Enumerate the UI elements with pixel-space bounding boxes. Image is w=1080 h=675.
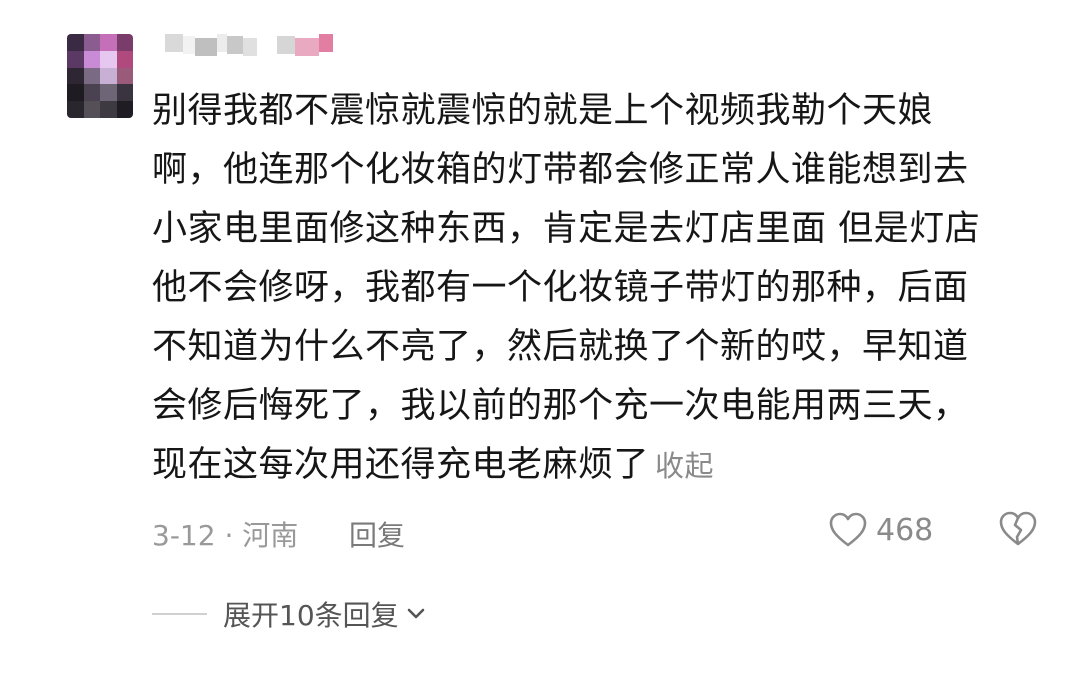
avatar-pixel — [83, 50, 100, 68]
username-pixel — [227, 36, 243, 54]
avatar-pixel — [67, 84, 84, 102]
like-count: 468 — [876, 512, 934, 548]
comment-text-line: 小家电里面修这种东西，肯定是去灯店里面 但是灯店 — [152, 209, 981, 249]
comment-item: 别得我都不震惊就震惊的就是上个视频我勒个天娘 啊，他连那个化妆箱的灯带都会修正常… — [0, 0, 1080, 675]
chevron-down-icon — [407, 608, 424, 619]
avatar-pixel — [116, 67, 133, 85]
comment-text-line: 别得我都不震惊就震惊的就是上个视频我勒个天娘 — [152, 91, 934, 131]
username-pixel — [195, 38, 217, 56]
comment-text-line: 现在这每次用还得充电老麻烦了 — [152, 445, 650, 485]
avatar-pixel — [116, 101, 133, 118]
comment-text-line: 啊，他连那个化妆箱的灯带都会修正常人谁能想到去 — [152, 150, 969, 190]
username[interactable] — [165, 34, 333, 56]
avatar-pixel — [83, 67, 100, 85]
comment-text: 别得我都不震惊就震惊的就是上个视频我勒个天娘 啊，他连那个化妆箱的灯带都会修正常… — [152, 82, 1022, 496]
username-pixel — [243, 38, 257, 56]
avatar-pixel — [67, 101, 84, 118]
avatar-pixel — [67, 34, 84, 51]
like-button[interactable]: 468 — [828, 508, 933, 552]
comment-text-line: 他不会修呀，我都有一个化妆镜子带灯的那种，后面 — [152, 268, 969, 308]
avatar-pixel — [67, 67, 84, 85]
divider-line — [152, 613, 207, 615]
broken-heart-icon — [999, 511, 1037, 546]
avatar-pixel — [67, 50, 84, 68]
username-pixel — [319, 34, 333, 52]
avatar-pixel — [116, 84, 133, 102]
avatar-pixel — [100, 101, 117, 118]
avatar-pixel — [83, 84, 100, 102]
username-pixel — [295, 38, 319, 56]
avatar[interactable] — [67, 34, 133, 118]
reply-button[interactable]: 回复 — [349, 514, 405, 554]
dislike-button[interactable] — [998, 510, 1038, 555]
comment-text-line: 会修后悔死了，我以前的那个充一次电能用两三天， — [152, 386, 969, 426]
collapse-link[interactable]: 收起 — [655, 449, 714, 483]
username-pixel — [257, 34, 277, 52]
username-pixel — [183, 36, 195, 54]
avatar-pixel — [100, 84, 117, 102]
heart-outline-icon — [829, 512, 867, 547]
avatar-pixel — [116, 34, 133, 51]
avatar-pixel — [100, 34, 117, 51]
username-pixel — [277, 36, 295, 54]
avatar-pixel — [83, 34, 100, 51]
username-pixel — [165, 34, 183, 52]
expand-replies-row: 展开10条回复 — [152, 592, 427, 636]
comment-text-line: 不知道为什么不亮了，然后就换了个新的哎，早知道 — [152, 327, 969, 367]
expand-replies-button[interactable]: 展开10条回复 — [223, 594, 427, 634]
date-location: 3-12 · 河南 — [152, 519, 299, 552]
expand-replies-label: 展开10条回复 — [223, 599, 399, 632]
username-pixel — [217, 34, 227, 52]
comment-meta-row: 3-12 · 河南 回复 468 — [152, 508, 1042, 552]
avatar-pixel — [116, 50, 133, 68]
avatar-pixel — [83, 101, 100, 118]
comment-text-last-line: 现在这每次用还得充电老麻烦了 收起 — [152, 436, 1022, 496]
avatar-pixel — [100, 50, 117, 68]
avatar-pixel — [100, 67, 117, 85]
